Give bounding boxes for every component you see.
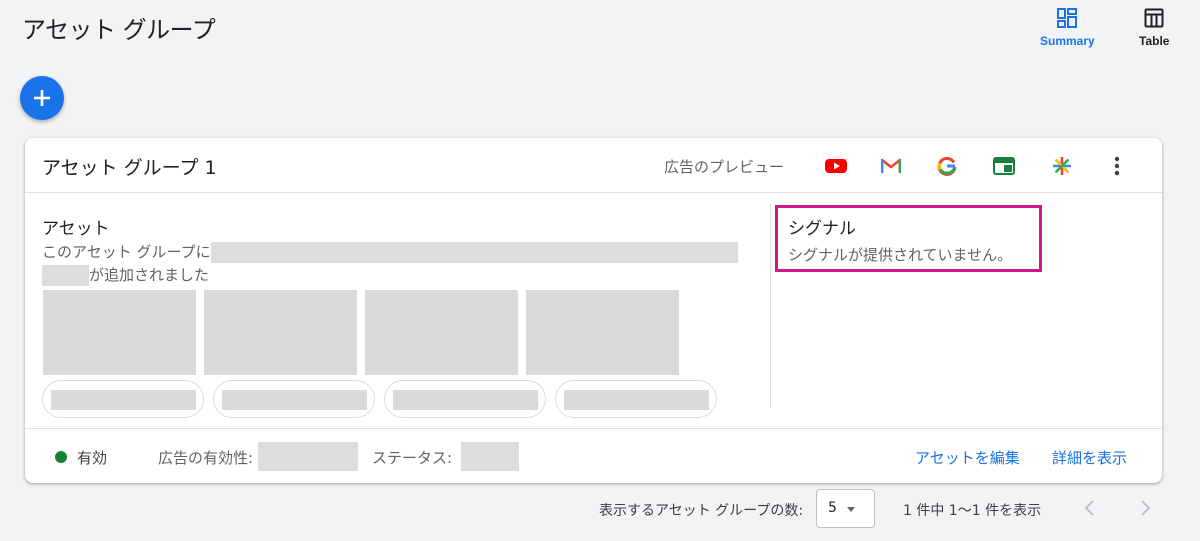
asset-thumbnail[interactable] — [204, 290, 357, 375]
status-label: ステータス: — [372, 449, 453, 467]
asset-chip[interactable] — [42, 380, 204, 418]
asset-chip[interactable] — [213, 380, 375, 418]
chevron-down-icon — [847, 507, 855, 512]
add-asset-group-button[interactable] — [20, 76, 64, 120]
youtube-icon — [825, 159, 847, 173]
asset-group-card: アセット グループ 1 広告のプレビュー アセット このアセット グループに が… — [25, 138, 1162, 483]
assets-section-title: アセット — [42, 219, 110, 239]
edit-assets-link[interactable]: アセットを編集 — [915, 447, 1020, 468]
asset-thumbnail[interactable] — [365, 290, 518, 375]
table-view-label: Table — [1139, 34, 1170, 48]
gmail-icon — [881, 158, 901, 173]
page-size-select[interactable]: 5 — [816, 489, 875, 528]
asset-chip[interactable] — [555, 380, 717, 418]
chevron-right-icon — [1141, 500, 1151, 516]
asset-group-title: アセット グループ 1 — [42, 157, 217, 179]
chevron-left-icon — [1084, 500, 1094, 516]
discover-icon — [1053, 157, 1071, 175]
signals-empty-text: シグナルが提供されていません。 — [788, 246, 1013, 264]
assets-description: このアセット グループに が追加されました — [42, 241, 738, 287]
redacted-text — [258, 442, 358, 471]
card-header: アセット グループ 1 広告のプレビュー — [25, 138, 1162, 193]
status-dot-icon — [55, 451, 67, 463]
summary-dashboard-icon — [1057, 8, 1078, 28]
signals-section-title: シグナル — [788, 219, 856, 239]
redacted-text — [564, 390, 709, 410]
table-view-button[interactable]: Table — [1139, 8, 1169, 48]
page-size-value: 5 — [828, 500, 837, 516]
asset-thumbnail[interactable] — [43, 290, 196, 375]
page-size-label: 表示するアセット グループの数: — [599, 503, 804, 519]
ad-strength-label: 広告の有効性: — [158, 449, 254, 467]
plus-icon — [34, 90, 50, 106]
youtube-preview-button[interactable] — [824, 154, 848, 178]
status-text: 有効 — [77, 449, 108, 467]
redacted-text — [393, 390, 538, 410]
discover-preview-button[interactable] — [1050, 154, 1074, 178]
prev-page-button[interactable] — [1082, 498, 1098, 522]
redacted-text — [51, 390, 196, 410]
asset-chip[interactable] — [384, 380, 546, 418]
assets-description-suffix: が追加されました — [89, 266, 210, 284]
next-page-button[interactable] — [1137, 498, 1153, 522]
table-icon — [1144, 8, 1164, 28]
redacted-text — [461, 442, 519, 471]
ad-preview-label: 広告のプレビュー — [664, 158, 785, 176]
pagination-range: 1 件中 1～1 件を表示 — [903, 503, 1042, 519]
card-footer: 有効 広告の有効性: ステータス: アセットを編集 詳細を表示 — [25, 428, 1162, 483]
view-details-link[interactable]: 詳細を表示 — [1052, 447, 1127, 468]
redacted-text — [222, 390, 367, 410]
redacted-text — [210, 242, 738, 263]
display-icon — [993, 157, 1015, 175]
page-title: アセット グループ — [22, 16, 216, 44]
summary-view-button[interactable]: Summary — [1040, 8, 1095, 48]
more-options-button[interactable] — [1105, 154, 1129, 178]
assets-description-prefix: このアセット グループに — [42, 243, 211, 261]
google-search-preview-button[interactable] — [935, 154, 959, 178]
more-vert-icon — [1114, 156, 1120, 176]
display-preview-button[interactable] — [992, 154, 1016, 178]
section-divider — [770, 204, 771, 408]
summary-view-label: Summary — [1040, 34, 1095, 48]
google-icon — [937, 156, 957, 176]
asset-thumbnail[interactable] — [526, 290, 679, 375]
gmail-preview-button[interactable] — [879, 154, 903, 178]
redacted-text — [42, 265, 89, 286]
